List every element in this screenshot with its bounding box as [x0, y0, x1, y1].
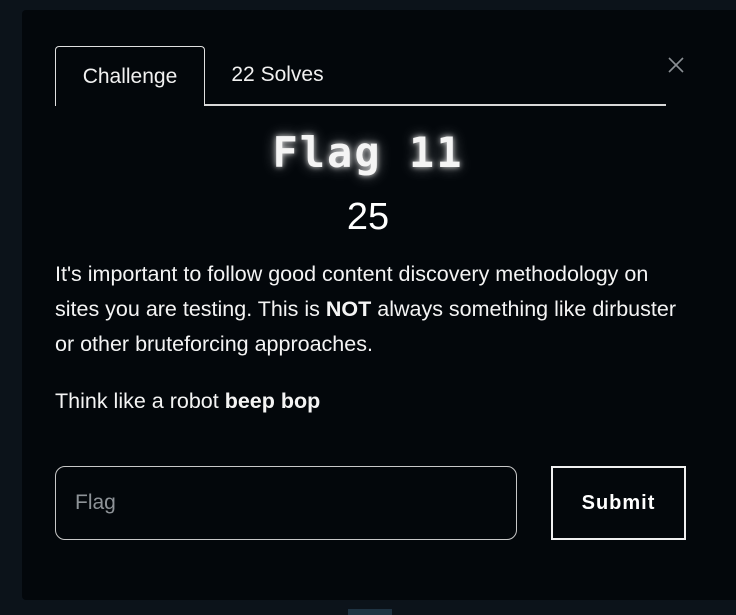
submit-button[interactable]: Submit: [551, 466, 686, 540]
hint-text: Think like a robot: [55, 389, 225, 413]
challenge-title: Flag 11: [272, 128, 464, 177]
challenge-description: It's important to follow good content di…: [55, 257, 685, 362]
flag-input[interactable]: [55, 466, 517, 540]
modal-tabs: Challenge 22 Solves: [55, 46, 666, 106]
description-emphasis: NOT: [325, 297, 372, 321]
challenge-hint: Think like a robot beep bop: [55, 384, 685, 419]
tab-solves[interactable]: 22 Solves: [205, 46, 350, 104]
tab-challenge[interactable]: Challenge: [55, 46, 205, 106]
tab-solves-label: 22 Solves: [231, 63, 324, 86]
background-bar: [348, 609, 392, 615]
tab-challenge-label: Challenge: [82, 64, 178, 88]
close-icon[interactable]: [666, 55, 686, 75]
challenge-points: 25: [346, 196, 390, 238]
hint-emphasis: beep bop: [224, 389, 321, 413]
